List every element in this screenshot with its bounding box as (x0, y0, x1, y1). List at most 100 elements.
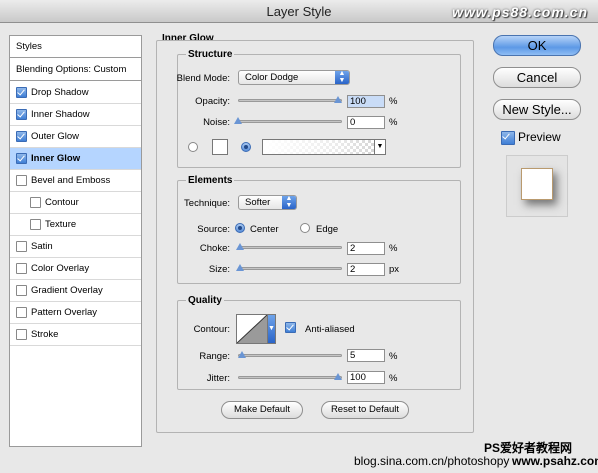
blend-mode-label: Blend Mode: (176, 73, 230, 84)
jitter-label: Jitter: (206, 373, 230, 384)
checkbox[interactable] (16, 109, 27, 120)
checkbox[interactable] (16, 153, 27, 164)
range-slider-track[interactable] (238, 354, 342, 357)
ok-button[interactable]: OK (493, 35, 581, 56)
sidebar-item-stroke[interactable]: Stroke (10, 324, 141, 346)
choke-slider-track[interactable] (238, 246, 342, 249)
gradient-picker[interactable]: ▼ (262, 139, 386, 155)
reset-to-default-button[interactable]: Reset to Default (321, 401, 409, 419)
sidebar-item-color-overlay[interactable]: Color Overlay (10, 258, 141, 280)
checkbox[interactable] (16, 263, 27, 274)
sidebar-item-pattern-overlay[interactable]: Pattern Overlay (10, 302, 141, 324)
sidebar-item-label: Color Overlay (31, 263, 90, 274)
preview-checkbox[interactable] (501, 131, 515, 145)
technique-value: Softer (245, 197, 271, 208)
gradient-dropdown-icon[interactable]: ▼ (374, 140, 385, 154)
preview-label: Preview (518, 130, 561, 144)
anti-aliased-checkbox[interactable] (285, 322, 296, 333)
noise-slider-track[interactable] (238, 120, 342, 123)
sidebar-item-label: Outer Glow (31, 131, 80, 142)
sidebar-styles-header[interactable]: Styles (10, 36, 141, 58)
checkbox[interactable] (16, 87, 27, 98)
sidebar-item-satin[interactable]: Satin (10, 236, 141, 258)
styles-sidebar: Styles Blending Options: Custom Drop Sha… (9, 35, 142, 447)
range-unit: % (389, 351, 398, 362)
checkbox[interactable] (16, 285, 27, 296)
opacity-slider-track[interactable] (238, 99, 342, 102)
glow-color-swatch[interactable] (212, 139, 228, 155)
sidebar-blending-options[interactable]: Blending Options: Custom (10, 59, 141, 81)
anti-aliased-label: Anti-aliased (305, 324, 355, 335)
technique-select[interactable]: Softer ▲ ▼ (238, 195, 297, 210)
sidebar-item-label: Satin (31, 241, 53, 252)
jitter-slider-thumb-icon[interactable] (334, 373, 342, 380)
sidebar-item-label: Drop Shadow (31, 87, 89, 98)
range-slider-thumb-icon[interactable] (238, 351, 246, 358)
size-slider-track[interactable] (238, 267, 342, 270)
checkbox[interactable] (16, 329, 27, 340)
sidebar-item-inner-shadow[interactable]: Inner Shadow (10, 104, 141, 126)
sidebar-item-outer-glow[interactable]: Outer Glow (10, 126, 141, 148)
title-bar: Layer Style www.ps88.com.cn (0, 0, 598, 23)
sidebar-item-bevel-and-emboss[interactable]: Bevel and Emboss (10, 170, 141, 192)
checkbox[interactable] (16, 131, 27, 142)
watermark-top: www.ps88.com.cn (452, 4, 588, 20)
cancel-button[interactable]: Cancel (493, 67, 581, 88)
checkbox[interactable] (16, 307, 27, 318)
source-center-radio[interactable] (235, 223, 245, 233)
opacity-slider-thumb-icon[interactable] (334, 96, 342, 103)
sidebar-item-label: Stroke (31, 329, 59, 340)
gradient-mode-radio[interactable] (241, 142, 251, 152)
technique-label: Technique: (184, 198, 230, 209)
watermark-blog: blog.sina.com.cn/photoshopy (354, 454, 510, 468)
choke-unit: % (389, 243, 398, 254)
color-mode-radio[interactable] (188, 142, 198, 152)
sidebar-item-contour[interactable]: Contour (10, 192, 141, 214)
make-default-button[interactable]: Make Default (221, 401, 303, 419)
choke-input[interactable]: 2 (347, 242, 385, 255)
watermark-psahz-url: www.psahz.com (512, 454, 598, 468)
select-arrows-icon: ▲ ▼ (282, 195, 296, 209)
opacity-label: Opacity: (195, 96, 230, 107)
source-edge-label: Edge (316, 224, 339, 235)
noise-input[interactable]: 0 (347, 116, 385, 129)
new-style-button[interactable]: New Style... (493, 99, 581, 120)
range-label: Range: (199, 351, 230, 362)
source-label: Source: (197, 224, 230, 235)
size-input[interactable]: 2 (347, 263, 385, 276)
structure-title: Structure (186, 49, 235, 60)
choke-slider-thumb-icon[interactable] (236, 243, 244, 250)
jitter-input[interactable]: 100 (347, 371, 385, 384)
source-edge-radio[interactable] (300, 223, 310, 233)
checkbox[interactable] (16, 175, 27, 186)
sidebar-item-inner-glow[interactable]: Inner Glow (10, 148, 141, 170)
preview-square (521, 168, 553, 200)
range-input[interactable]: 5 (347, 349, 385, 362)
noise-label: Noise: (203, 117, 230, 128)
opacity-unit: % (389, 96, 398, 107)
sidebar-item-texture[interactable]: Texture (10, 214, 141, 236)
opacity-input[interactable]: 100 (347, 95, 385, 108)
jitter-unit: % (389, 373, 398, 384)
source-center-label: Center (250, 224, 279, 235)
size-label: Size: (208, 264, 230, 275)
checkbox[interactable] (30, 197, 41, 208)
contour-linear-icon (237, 315, 267, 343)
jitter-slider-track[interactable] (238, 376, 342, 379)
sidebar-item-label: Pattern Overlay (31, 307, 97, 318)
sidebar-item-drop-shadow[interactable]: Drop Shadow (10, 82, 141, 104)
noise-slider-thumb-icon[interactable] (234, 117, 242, 124)
checkbox[interactable] (30, 219, 41, 230)
checkbox[interactable] (16, 241, 27, 252)
size-slider-thumb-icon[interactable] (236, 264, 244, 271)
styles-label: Styles (16, 41, 42, 52)
sidebar-item-label: Gradient Overlay (31, 285, 103, 296)
sidebar-item-label: Contour (45, 197, 79, 208)
choke-label: Choke: (199, 243, 230, 254)
style-preview-swatch (506, 155, 568, 217)
blend-mode-select[interactable]: Color Dodge ▲ ▼ (238, 70, 350, 85)
contour-dropdown-icon[interactable]: ▼ (268, 314, 276, 344)
blending-options-label: Blending Options: Custom (16, 64, 127, 75)
contour-picker[interactable] (236, 314, 268, 344)
sidebar-item-gradient-overlay[interactable]: Gradient Overlay (10, 280, 141, 302)
